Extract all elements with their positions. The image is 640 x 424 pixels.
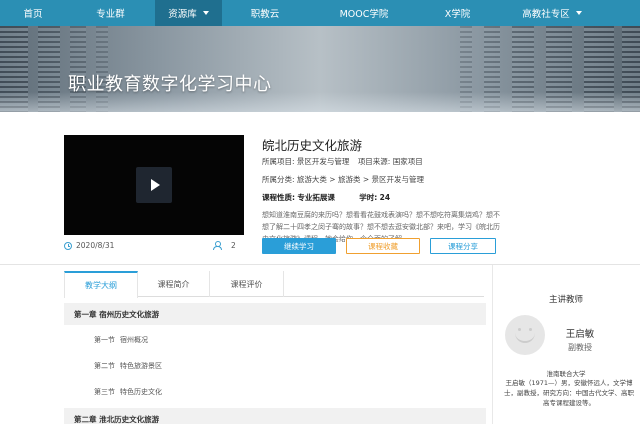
publish-date: 2020/8/31	[64, 241, 114, 250]
section-name: 特色历史文化	[120, 388, 162, 396]
tab-syllabus[interactable]: 教学大纲	[64, 271, 138, 298]
publish-date-value: 2020/8/31	[76, 241, 115, 250]
source-value: 国家项目	[392, 157, 423, 166]
play-icon	[150, 179, 160, 191]
user-icon	[213, 241, 222, 250]
nav-major-group-label: 专业群	[96, 9, 125, 20]
nav-resource-library[interactable]: 资源库	[155, 0, 222, 26]
nav-vocational-cloud-label: 职教云	[250, 9, 280, 20]
play-button[interactable]	[136, 167, 172, 203]
nature-value: 专业拓展课	[297, 193, 335, 202]
course-category-line: 所属分类: 旅游大类 > 旅游类 > 景区开发与管理	[262, 174, 424, 185]
hours-value: 24	[379, 193, 391, 202]
chevron-down-icon	[575, 11, 582, 15]
avatar-smile	[515, 333, 535, 343]
section-name: 特色旅游景区	[120, 362, 162, 370]
avatar-eye	[518, 328, 521, 331]
share-course-button[interactable]: 课程分享	[430, 238, 496, 254]
nav-mooc-college-label: MOOC学院	[339, 9, 389, 20]
project-value: 景区开发与管理	[296, 157, 350, 166]
sidebar-divider	[492, 265, 493, 424]
section-item[interactable]: 第三节 特色历史文化	[94, 387, 162, 397]
category-path: 旅游大类 > 旅游类 > 景区开发与管理	[296, 175, 425, 184]
nav-major-group[interactable]: 专业群	[66, 0, 155, 26]
avatar-eye	[529, 328, 532, 331]
top-nav: 首页 专业群 资源库 职教云 MOOC学院 X学院 高教社专区	[0, 0, 640, 26]
nav-home[interactable]: 首页	[0, 0, 66, 26]
nav-home-label: 首页	[23, 9, 43, 20]
learner-count-value: 2	[231, 241, 236, 250]
nav-mooc-college[interactable]: MOOC学院	[308, 0, 420, 26]
section-number: 第一节	[94, 336, 115, 344]
course-tabs: 教学大纲 课程简介 课程评价	[64, 271, 484, 298]
teacher-bio: 王启敏（1971—）男，安徽怀远人，文学博士，副教授，研究方向：中国古代文学、高…	[504, 379, 634, 407]
video-player[interactable]	[64, 135, 244, 235]
source-label: 项目来源:	[357, 157, 391, 166]
section-item[interactable]: 第一节 宿州概况	[94, 335, 148, 345]
chapter-header[interactable]: 第二章 淮北历史文化旅游	[64, 408, 486, 424]
course-project-line: 所属项目: 景区开发与管理 项目来源: 国家项目	[262, 156, 423, 167]
course-nature-line: 课程性质: 专业拓展课 学时: 24	[262, 192, 390, 203]
nav-hep-zone[interactable]: 高教社专区	[495, 0, 609, 26]
nav-x-college-label: X学院	[444, 9, 471, 20]
nav-vocational-cloud[interactable]: 职教云	[222, 0, 308, 26]
teacher-section-title: 主讲教师	[548, 295, 583, 305]
favorite-course-button[interactable]: 课程收藏	[346, 238, 420, 254]
teacher-organization: 淮南联合大学	[546, 370, 586, 378]
learner-count: 2	[213, 241, 236, 250]
teacher-name: 王启敏	[565, 329, 595, 340]
nav-hep-zone-label: 高教社专区	[522, 9, 570, 20]
clock-icon	[64, 241, 72, 250]
banner-title: 职业教育数字化学习中心	[68, 74, 272, 95]
section-divider	[0, 264, 640, 265]
tab-course-intro[interactable]: 课程简介	[138, 271, 210, 297]
section-name: 宿州概况	[120, 336, 148, 344]
section-number: 第三节	[94, 388, 115, 396]
nav-resource-library-label: 资源库	[168, 9, 197, 20]
nature-label: 课程性质:	[262, 193, 295, 202]
hours-label: 学时:	[359, 193, 378, 202]
chapter-header[interactable]: 第一章 宿州历史文化旅游	[64, 303, 486, 325]
chevron-down-icon	[202, 11, 209, 15]
project-label: 所属项目:	[262, 157, 295, 166]
section-item[interactable]: 第二节 特色旅游景区	[94, 361, 162, 371]
tab-course-review[interactable]: 课程评价	[210, 271, 284, 297]
course-title: 皖北历史文化旅游	[262, 138, 363, 153]
teacher-title: 副教授	[568, 343, 592, 352]
nav-x-college[interactable]: X学院	[420, 0, 495, 26]
banner: 职业教育数字化学习中心	[0, 26, 640, 112]
category-label: 所属分类:	[262, 175, 295, 184]
section-number: 第二节	[94, 362, 115, 370]
avatar	[505, 315, 545, 355]
continue-study-button[interactable]: 继续学习	[262, 238, 336, 254]
